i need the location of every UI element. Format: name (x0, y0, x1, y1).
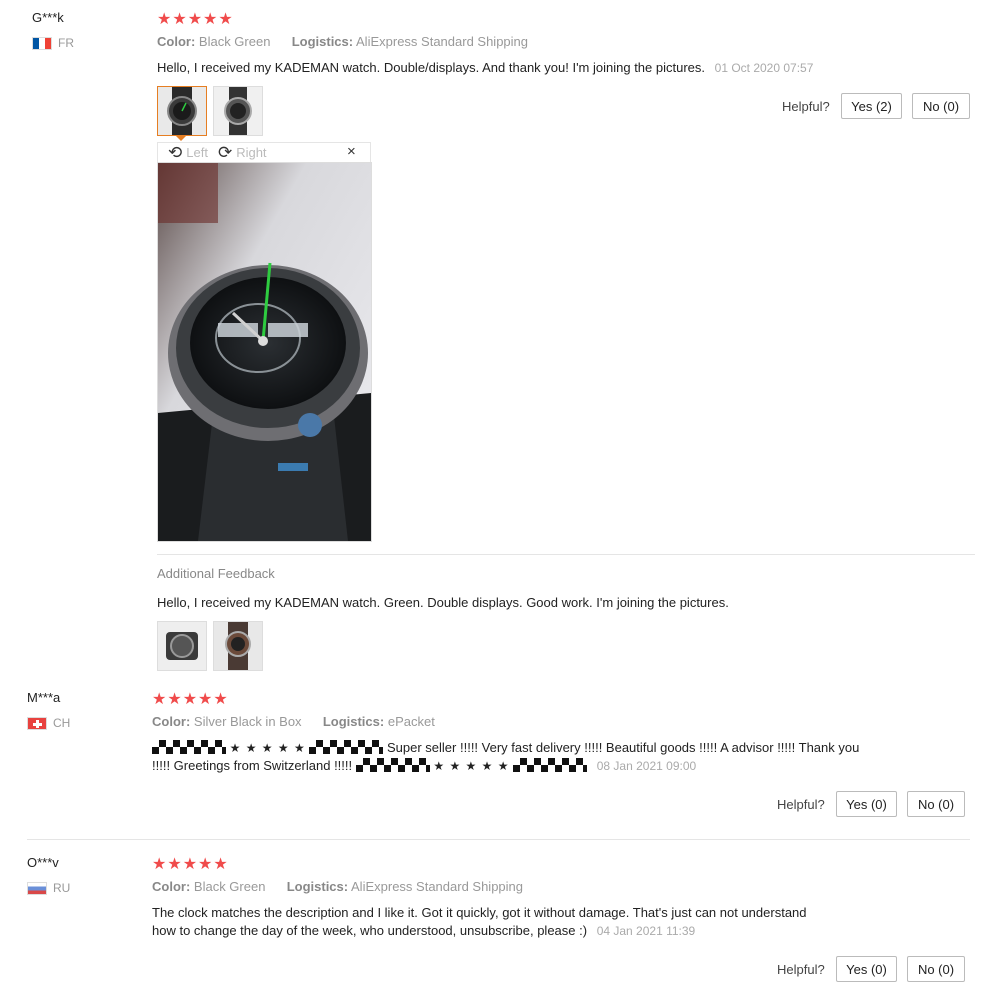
reviewer-country: CH (27, 716, 70, 730)
review-photo-thumbnail[interactable] (157, 86, 207, 136)
watch-photo-icon (214, 622, 262, 670)
watch-photo-icon (158, 622, 206, 670)
helpful-no-button[interactable]: No (0) (907, 791, 965, 817)
review-photo-large (157, 162, 372, 542)
additional-photo-thumbnail[interactable] (213, 621, 263, 671)
review-divider (27, 839, 970, 840)
review-photo-thumbnail[interactable] (213, 86, 263, 136)
logistics-value: AliExpress Standard Shipping (356, 34, 529, 49)
order-info: Color: Black Green Logistics: AliExpress… (152, 879, 523, 894)
star-rating: ★★★★★ (152, 691, 229, 708)
close-viewer-icon[interactable]: × (347, 143, 356, 160)
helpful-yes-button[interactable]: Yes (0) (836, 956, 897, 982)
additional-feedback-title: Additional Feedback (157, 566, 275, 581)
checkered-flag-decoration (309, 740, 384, 754)
country-code: FR (58, 36, 74, 50)
reviewer-name: M***a (27, 690, 61, 705)
helpful-label: Helpful? (777, 797, 825, 812)
color-label: Color: (152, 714, 191, 729)
helpful-no-button[interactable]: No (0) (907, 956, 965, 982)
inline-stars: ★ ★ ★ ★ ★ (229, 741, 306, 755)
review-body-line1: The clock matches the description and I … (152, 905, 807, 920)
reviewer-country: RU (27, 881, 70, 895)
review-body: Hello, I received my KADEMAN watch. Doub… (157, 60, 706, 75)
additional-feedback-text: Hello, I received my KADEMAN watch. Gree… (157, 595, 729, 610)
rotate-left-icon: ⟲ (168, 143, 183, 162)
reviewer-name: G***k (32, 10, 64, 25)
rotate-left-button[interactable]: ⟲ Left (168, 144, 208, 161)
review-text: The clock matches the description and I … (152, 904, 872, 940)
rotate-right-icon: ⟳ (217, 143, 233, 162)
helpful-label: Helpful? (782, 99, 830, 114)
helpful-yes-button[interactable]: Yes (0) (836, 791, 897, 817)
review-body-line1: Super seller !!!!! Very fast delivery !!… (387, 740, 860, 755)
image-viewer-toolbar: ⟲ Left ⟳ Right (168, 144, 277, 161)
watch-photo-icon (214, 87, 262, 135)
order-info: Color: Black Green Logistics: AliExpress… (157, 34, 528, 49)
star-rating: ★★★★★ (152, 856, 229, 873)
reviewer-name: O***v (27, 855, 59, 870)
logistics-label: Logistics: (322, 714, 385, 729)
helpful-label: Helpful? (777, 962, 825, 977)
russia-flag-icon (27, 881, 47, 895)
color-value: Silver Black in Box (193, 714, 302, 729)
rotate-right-button[interactable]: ⟳ Right (218, 144, 267, 161)
switzerland-flag-icon (27, 716, 47, 730)
inline-stars: ★ ★ ★ ★ ★ (433, 759, 510, 773)
watch-photo-large-icon (158, 163, 371, 541)
review-date: 04 Jan 2021 11:39 (596, 924, 696, 938)
review-text: Hello, I received my KADEMAN watch. Doub… (157, 59, 957, 77)
color-value: Black Green (198, 34, 271, 49)
color-label: Color: (157, 34, 196, 49)
checkered-flag-decoration (152, 740, 226, 754)
helpful-yes-button[interactable]: Yes (2) (841, 93, 902, 119)
star-rating: ★★★★★ (157, 11, 234, 28)
section-divider (157, 554, 975, 555)
country-code: CH (53, 716, 71, 730)
logistics-label: Logistics: (286, 879, 349, 894)
thumbnail-pointer (175, 135, 187, 141)
rotate-left-label: Left (186, 145, 208, 160)
logistics-value: AliExpress Standard Shipping (351, 879, 524, 894)
review-body-line2: !!!!! Greetings from Switzerland !!!!! (152, 758, 353, 773)
rotate-right-label: Right (236, 145, 267, 160)
review-body-line2: how to change the day of the week, who u… (152, 923, 588, 938)
order-info: Color: Silver Black in Box Logistics: eP… (152, 714, 435, 729)
helpful-no-button[interactable]: No (0) (912, 93, 970, 119)
france-flag-icon (32, 36, 52, 50)
review-text: ★ ★ ★ ★ ★ Super seller !!!!! Very fast d… (152, 739, 872, 775)
checkered-flag-decoration (355, 758, 430, 772)
color-label: Color: (152, 879, 191, 894)
logistics-label: Logistics: (291, 34, 354, 49)
additional-photo-thumbnail[interactable] (157, 621, 207, 671)
reviewer-country: FR (32, 36, 74, 50)
watch-photo-icon (158, 87, 206, 135)
country-code: RU (53, 881, 71, 895)
review-date: 01 Oct 2020 07:57 (714, 61, 814, 75)
logistics-value: ePacket (387, 714, 435, 729)
color-value: Black Green (193, 879, 266, 894)
checkered-flag-decoration (513, 758, 588, 772)
review-date: 08 Jan 2021 09:00 (596, 759, 697, 773)
